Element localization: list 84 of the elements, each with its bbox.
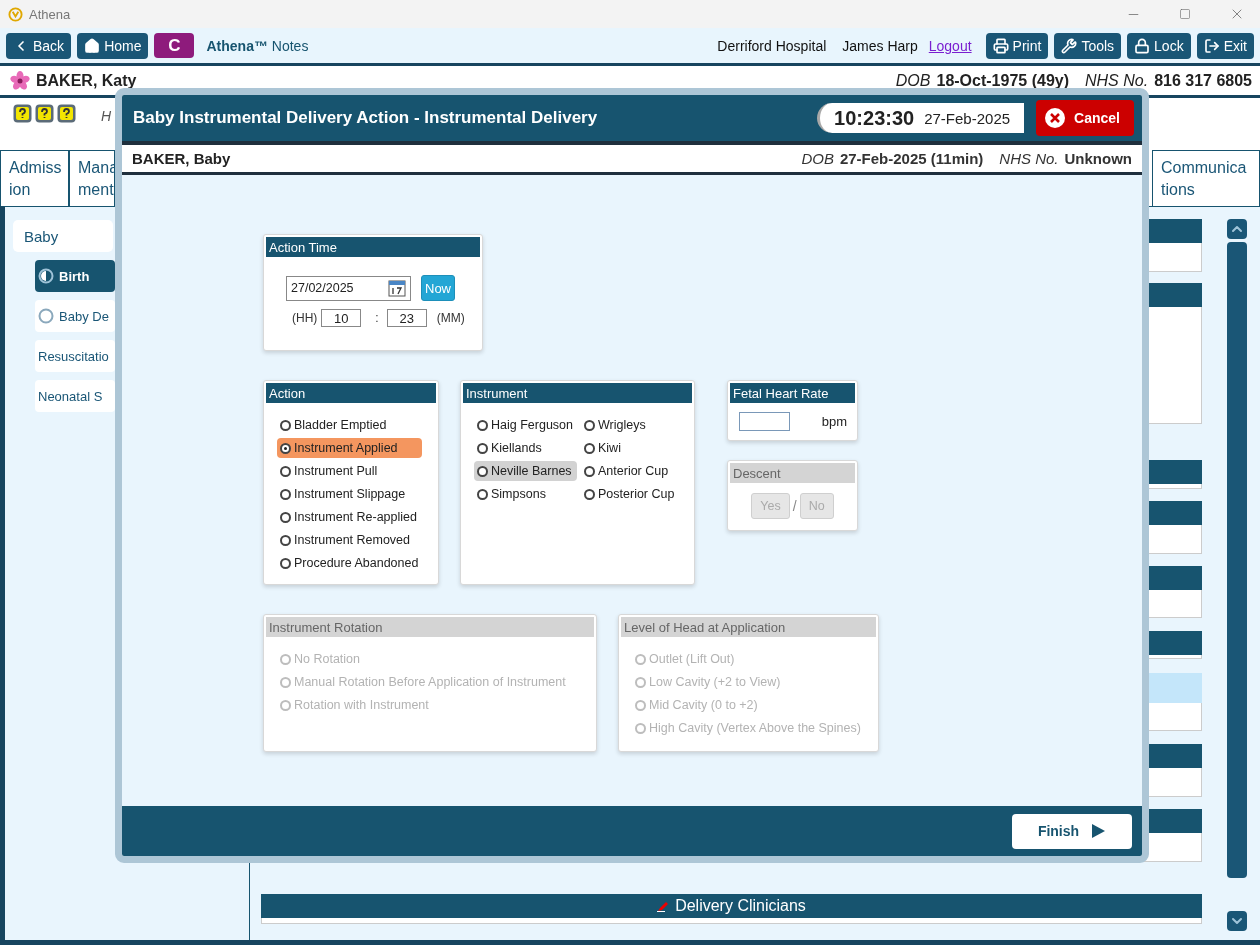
baby-name: BAKER, Baby [132, 150, 232, 167]
radio-option[interactable]: Neville Barnes [474, 461, 577, 481]
section-title: Level of Head at Application [621, 617, 876, 637]
help-icon[interactable] [13, 104, 32, 123]
dob-value: 27-Feb-2025 (11min) [839, 150, 984, 167]
clock: 10:23:30 27-Feb-2025 [817, 103, 1025, 133]
section-title: Fetal Heart Rate [730, 383, 855, 403]
exit-button[interactable]: Exit [1196, 32, 1254, 59]
sidebar-item[interactable]: Resuscitatio [35, 340, 115, 372]
sidebar-item[interactable]: Baby De [35, 300, 115, 332]
dob-label: DOB [801, 150, 834, 167]
print-button[interactable]: Print [985, 32, 1049, 59]
radio-option[interactable]: Instrument Pull [277, 461, 423, 481]
scrollbar-thumb[interactable] [1227, 242, 1247, 878]
cancel-button[interactable]: Cancel [1036, 100, 1134, 136]
finish-button[interactable]: Finish [1012, 813, 1132, 849]
section-title: Instrument [463, 383, 692, 403]
sidebar-item[interactable]: Neonatal S [35, 380, 115, 412]
nhs-value: Unknown [1064, 150, 1132, 167]
minute-field[interactable]: 23 [386, 309, 427, 327]
hours-label: (HH) [292, 311, 318, 325]
dob-label: DOB [895, 71, 931, 90]
heart-rate-field[interactable] [739, 412, 790, 431]
lock-icon [1134, 37, 1151, 54]
back-button[interactable]: Back [6, 32, 72, 59]
section-title: Action [266, 383, 436, 403]
app-name: Athena™ Notes [206, 37, 310, 54]
section-title: Action Time [266, 237, 480, 257]
exit-icon [1203, 37, 1220, 54]
home-button[interactable]: Home [77, 32, 149, 59]
radio-option[interactable]: Bladder Emptied [277, 415, 423, 435]
radio-option[interactable]: Instrument Removed [277, 530, 423, 550]
lock-button[interactable]: Lock [1127, 32, 1191, 59]
logout-link[interactable]: Logout [928, 37, 972, 54]
radio-option[interactable]: Instrument Applied [277, 438, 423, 458]
help-icon[interactable] [57, 104, 76, 123]
user-name: James Harp [842, 37, 918, 54]
nhs-label: NHS No. [1085, 71, 1149, 90]
flower-icon [10, 70, 30, 91]
tools-button[interactable]: Tools [1054, 32, 1122, 59]
dob-value: 18-Oct-1975 (49y) [936, 71, 1069, 90]
nhs-value: 816 317 6805 [1154, 71, 1252, 90]
maximize-icon[interactable] [1179, 8, 1191, 20]
sidebar-group[interactable]: Baby [13, 220, 113, 252]
minutes-label: (MM) [436, 311, 465, 325]
radio-option[interactable]: Haig Ferguson [474, 415, 577, 435]
app-badge[interactable]: C [154, 33, 195, 58]
unit-label: bpm [821, 414, 847, 429]
radio-option[interactable]: Kiellands [474, 438, 577, 458]
radio-option[interactable]: Wrigleys [581, 415, 679, 435]
alert-text: H [101, 108, 112, 124]
radio-option[interactable]: Simpsons [474, 484, 577, 504]
slash-separator: / [792, 498, 797, 514]
tab[interactable]: Communica tions [1152, 150, 1260, 206]
pen-icon [657, 900, 670, 912]
section-title: Instrument Rotation [266, 617, 594, 637]
dialog-title: Baby Instrumental Delivery Action - Instrumental Delivery [133, 108, 599, 128]
sidebar-item[interactable]: Birth [35, 260, 115, 292]
radio-option[interactable]: Kiwi [581, 438, 679, 458]
close-icon [1044, 107, 1067, 129]
radio-option[interactable]: Instrument Re-applied [277, 507, 423, 527]
tab[interactable]: Admiss ion [0, 150, 69, 206]
printer-icon [992, 37, 1009, 54]
play-icon [1091, 823, 1107, 839]
hour-field[interactable]: 10 [321, 309, 362, 327]
window-title: Athena [29, 6, 72, 22]
date-field[interactable]: 27/02/2025 [286, 275, 411, 301]
help-icon[interactable] [35, 104, 54, 123]
patient-name: BAKER, Katy [36, 71, 138, 90]
radio-option[interactable]: Instrument Slippage [277, 484, 423, 504]
radio-option[interactable]: Anterior Cup [581, 461, 679, 481]
scroll-up-button[interactable] [1227, 219, 1247, 239]
time-separator: : [375, 311, 379, 325]
radio-option[interactable]: Procedure Abandoned [277, 553, 423, 573]
panel-title: Delivery Clinicians [675, 897, 806, 915]
home-icon [84, 37, 101, 54]
wrench-icon [1061, 37, 1078, 54]
scroll-down-button[interactable] [1227, 911, 1247, 931]
hospital-name: Derriford Hospital [717, 37, 827, 54]
radio-option[interactable]: Posterior Cup [581, 484, 679, 504]
nhs-label: NHS No. [999, 150, 1059, 167]
calendar-icon [388, 279, 406, 297]
app-logo-icon [8, 6, 23, 22]
section-title: Descent [730, 463, 855, 483]
